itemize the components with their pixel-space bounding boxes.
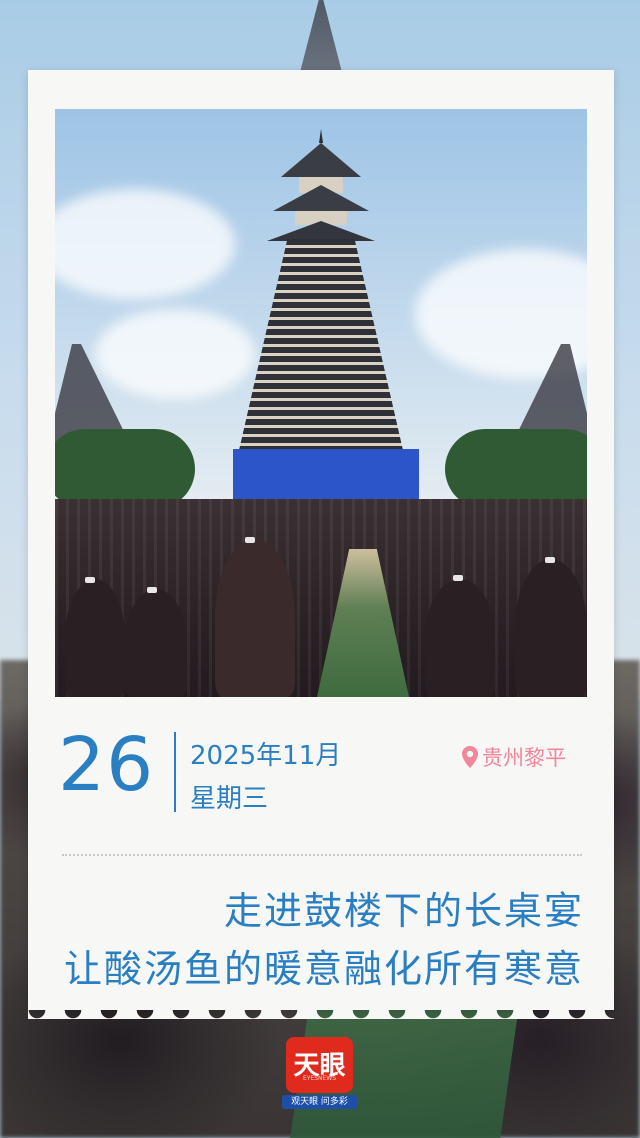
drum-tower-banquet-photo xyxy=(55,109,587,697)
headline-line-1: 走进鼓楼下的长桌宴 xyxy=(223,889,584,933)
silver-headdress xyxy=(85,577,95,583)
photo-person xyxy=(65,579,125,697)
stage-banner xyxy=(233,449,419,505)
silver-headdress xyxy=(453,575,463,581)
photo-person xyxy=(515,559,587,697)
silver-headdress xyxy=(147,587,157,593)
date-day: 26 xyxy=(58,722,155,808)
tianyan-logo: 天眼 EYESNEWS 观天眼 问多彩 xyxy=(282,1037,357,1109)
date-divider xyxy=(174,732,176,812)
silver-headdress xyxy=(245,537,255,543)
photo-trees-left xyxy=(55,429,195,509)
location-text: 贵州黎平 xyxy=(482,746,566,770)
photo-cloud xyxy=(55,189,235,299)
date-weekday: 星期三 xyxy=(190,784,269,814)
location-pin-icon xyxy=(462,746,478,768)
logo-slogan: 观天眼 问多彩 xyxy=(282,1095,357,1109)
photo-person xyxy=(125,589,187,697)
headline-line-2: 让酸汤鱼的暖意融化所有寒意 xyxy=(63,947,584,991)
photo-person xyxy=(215,539,295,697)
silver-headdress xyxy=(545,557,555,563)
drum-tower xyxy=(237,129,405,459)
calendar-card: 26 2025年11月 星期三 贵州黎平 走进鼓楼下的长桌宴 让酸汤鱼的暖意融化… xyxy=(28,70,614,1019)
photo-cloud xyxy=(95,309,255,399)
photo-person xyxy=(425,579,495,697)
location-tag: 贵州黎平 xyxy=(462,742,566,772)
dotted-separator xyxy=(62,854,582,856)
date-year-month: 2025年11月 xyxy=(190,741,342,771)
logo-badge: 天眼 EYESNEWS xyxy=(286,1037,353,1093)
logo-subtitle: EYESNEWS xyxy=(302,1075,337,1082)
photo-trees-right xyxy=(445,429,587,509)
